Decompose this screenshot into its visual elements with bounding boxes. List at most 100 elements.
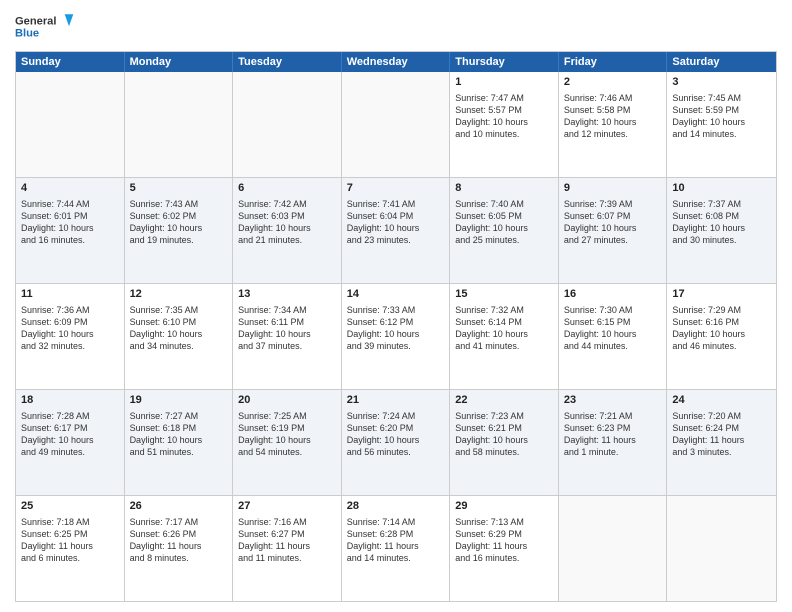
day-info: Sunset: 6:09 PM bbox=[21, 317, 88, 327]
day-info: Sunset: 6:02 PM bbox=[130, 211, 197, 221]
calendar-cell: 15Sunrise: 7:32 AMSunset: 6:14 PMDayligh… bbox=[450, 284, 559, 389]
day-info: Sunrise: 7:42 AM bbox=[238, 199, 307, 209]
calendar-cell bbox=[125, 72, 234, 177]
day-number: 2 bbox=[564, 75, 662, 90]
calendar-cell: 10Sunrise: 7:37 AMSunset: 6:08 PMDayligh… bbox=[667, 178, 776, 283]
day-number: 10 bbox=[672, 181, 771, 196]
day-info: and 39 minutes. bbox=[347, 341, 411, 351]
day-info: Sunrise: 7:23 AM bbox=[455, 411, 524, 421]
day-info: Sunset: 6:07 PM bbox=[564, 211, 631, 221]
calendar-cell: 24Sunrise: 7:20 AMSunset: 6:24 PMDayligh… bbox=[667, 390, 776, 495]
day-info: Sunrise: 7:17 AM bbox=[130, 517, 199, 527]
calendar-cell: 25Sunrise: 7:18 AMSunset: 6:25 PMDayligh… bbox=[16, 496, 125, 601]
day-info: Daylight: 10 hours bbox=[455, 223, 528, 233]
day-info: Sunset: 6:03 PM bbox=[238, 211, 305, 221]
day-info: Sunset: 6:10 PM bbox=[130, 317, 197, 327]
day-info: Daylight: 11 hours bbox=[672, 435, 744, 445]
day-info: Sunrise: 7:14 AM bbox=[347, 517, 416, 527]
day-info: Sunset: 6:12 PM bbox=[347, 317, 414, 327]
day-info: Daylight: 10 hours bbox=[238, 435, 311, 445]
day-info: Sunset: 6:05 PM bbox=[455, 211, 522, 221]
day-info: and 44 minutes. bbox=[564, 341, 628, 351]
day-info: Daylight: 10 hours bbox=[564, 329, 637, 339]
day-info: Daylight: 10 hours bbox=[130, 223, 203, 233]
day-info: Daylight: 10 hours bbox=[455, 329, 528, 339]
day-number: 19 bbox=[130, 393, 228, 408]
day-number: 18 bbox=[21, 393, 119, 408]
week-row-3: 11 Sunrise: 7:36 AM Sunset: 6:09 PM Dayligh… bbox=[16, 284, 776, 390]
day-info: Daylight: 10 hours bbox=[564, 117, 637, 127]
day-info: Sunrise: 7:28 AM bbox=[21, 411, 90, 421]
day-info: and 6 minutes. bbox=[21, 553, 80, 563]
day-info: Daylight: 11 hours bbox=[238, 541, 310, 551]
calendar-cell: 12Sunrise: 7:35 AMSunset: 6:10 PMDayligh… bbox=[125, 284, 234, 389]
day-info: Sunrise: 7:18 AM bbox=[21, 517, 90, 527]
day-info: and 25 minutes. bbox=[455, 235, 519, 245]
calendar-cell: 22Sunrise: 7:23 AMSunset: 6:21 PMDayligh… bbox=[450, 390, 559, 495]
calendar-header: SundayMondayTuesdayWednesdayThursdayFrid… bbox=[16, 52, 776, 72]
logo-svg: General Blue bbox=[15, 10, 75, 45]
day-info: Daylight: 10 hours bbox=[238, 223, 311, 233]
day-number: 11 bbox=[21, 287, 119, 302]
day-info: and 49 minutes. bbox=[21, 447, 85, 457]
day-info: Sunrise: 7:36 AM bbox=[21, 305, 90, 315]
day-number: 4 bbox=[21, 181, 119, 196]
day-info: Sunset: 6:15 PM bbox=[564, 317, 631, 327]
day-number: 23 bbox=[564, 393, 662, 408]
day-info: and 14 minutes. bbox=[672, 129, 736, 139]
day-info: Sunset: 6:11 PM bbox=[238, 317, 304, 327]
calendar-cell bbox=[559, 496, 668, 601]
day-number: 6 bbox=[238, 181, 336, 196]
day-number: 24 bbox=[672, 393, 771, 408]
day-info: Daylight: 11 hours bbox=[347, 541, 419, 551]
day-info: Daylight: 10 hours bbox=[672, 117, 745, 127]
day-info: Daylight: 10 hours bbox=[347, 223, 420, 233]
calendar-cell: 18Sunrise: 7:28 AMSunset: 6:17 PMDayligh… bbox=[16, 390, 125, 495]
day-info: and 23 minutes. bbox=[347, 235, 411, 245]
day-number: 25 bbox=[21, 499, 119, 514]
calendar-cell: 7Sunrise: 7:41 AMSunset: 6:04 PMDaylight… bbox=[342, 178, 451, 283]
day-info: Sunset: 6:27 PM bbox=[238, 529, 305, 539]
header-cell-wednesday: Wednesday bbox=[342, 52, 451, 72]
header-cell-thursday: Thursday bbox=[450, 52, 559, 72]
day-info: Sunset: 6:29 PM bbox=[455, 529, 522, 539]
day-info: and 41 minutes. bbox=[455, 341, 519, 351]
day-info: Daylight: 10 hours bbox=[564, 223, 637, 233]
day-info: Daylight: 10 hours bbox=[672, 329, 745, 339]
day-number: 13 bbox=[238, 287, 336, 302]
day-info: and 11 minutes. bbox=[238, 553, 301, 563]
day-info: Sunset: 6:01 PM bbox=[21, 211, 88, 221]
calendar-cell: 8Sunrise: 7:40 AMSunset: 6:05 PMDaylight… bbox=[450, 178, 559, 283]
day-info: Sunrise: 7:32 AM bbox=[455, 305, 524, 315]
day-info: and 16 minutes. bbox=[21, 235, 85, 245]
day-info: Sunrise: 7:24 AM bbox=[347, 411, 416, 421]
svg-text:Blue: Blue bbox=[15, 28, 39, 40]
calendar-cell: 6 Sunrise: 7:42 AM Sunset: 6:03 PM Daylight… bbox=[233, 178, 342, 283]
day-info: Daylight: 10 hours bbox=[347, 329, 420, 339]
day-info: Sunset: 6:14 PM bbox=[455, 317, 522, 327]
day-info: and 1 minute. bbox=[564, 447, 619, 457]
calendar-cell: 20Sunrise: 7:25 AMSunset: 6:19 PMDayligh… bbox=[233, 390, 342, 495]
day-number: 26 bbox=[130, 499, 228, 514]
day-info: Daylight: 11 hours bbox=[564, 435, 636, 445]
calendar-cell bbox=[233, 72, 342, 177]
week-row-2: 4Sunrise: 7:44 AMSunset: 6:01 PMDaylight… bbox=[16, 178, 776, 284]
day-info: and 8 minutes. bbox=[130, 553, 189, 563]
calendar-cell: 17Sunrise: 7:29 AMSunset: 6:16 PMDayligh… bbox=[667, 284, 776, 389]
calendar-cell: 9Sunrise: 7:39 AMSunset: 6:07 PMDaylight… bbox=[559, 178, 668, 283]
day-info: Daylight: 11 hours bbox=[21, 541, 93, 551]
day-info: Sunset: 6:17 PM bbox=[21, 423, 88, 433]
day-info: Sunrise: 7:43 AM bbox=[130, 199, 199, 209]
day-info: Sunrise: 7:33 AM bbox=[347, 305, 416, 315]
day-number: 20 bbox=[238, 393, 336, 408]
day-info: Sunset: 6:04 PM bbox=[347, 211, 414, 221]
day-info: Sunset: 6:28 PM bbox=[347, 529, 414, 539]
day-info: and 30 minutes. bbox=[672, 235, 736, 245]
calendar-cell: 27Sunrise: 7:16 AMSunset: 6:27 PMDayligh… bbox=[233, 496, 342, 601]
calendar-cell: 5 Sunrise: 7:43 AM Sunset: 6:02 PM Daylight… bbox=[125, 178, 234, 283]
day-info: Daylight: 11 hours bbox=[455, 541, 527, 551]
day-number: 5 bbox=[130, 181, 228, 196]
day-info: and 21 minutes. bbox=[238, 235, 302, 245]
calendar-cell: 3Sunrise: 7:45 AMSunset: 5:59 PMDaylight… bbox=[667, 72, 776, 177]
day-info: Sunset: 6:20 PM bbox=[347, 423, 414, 433]
